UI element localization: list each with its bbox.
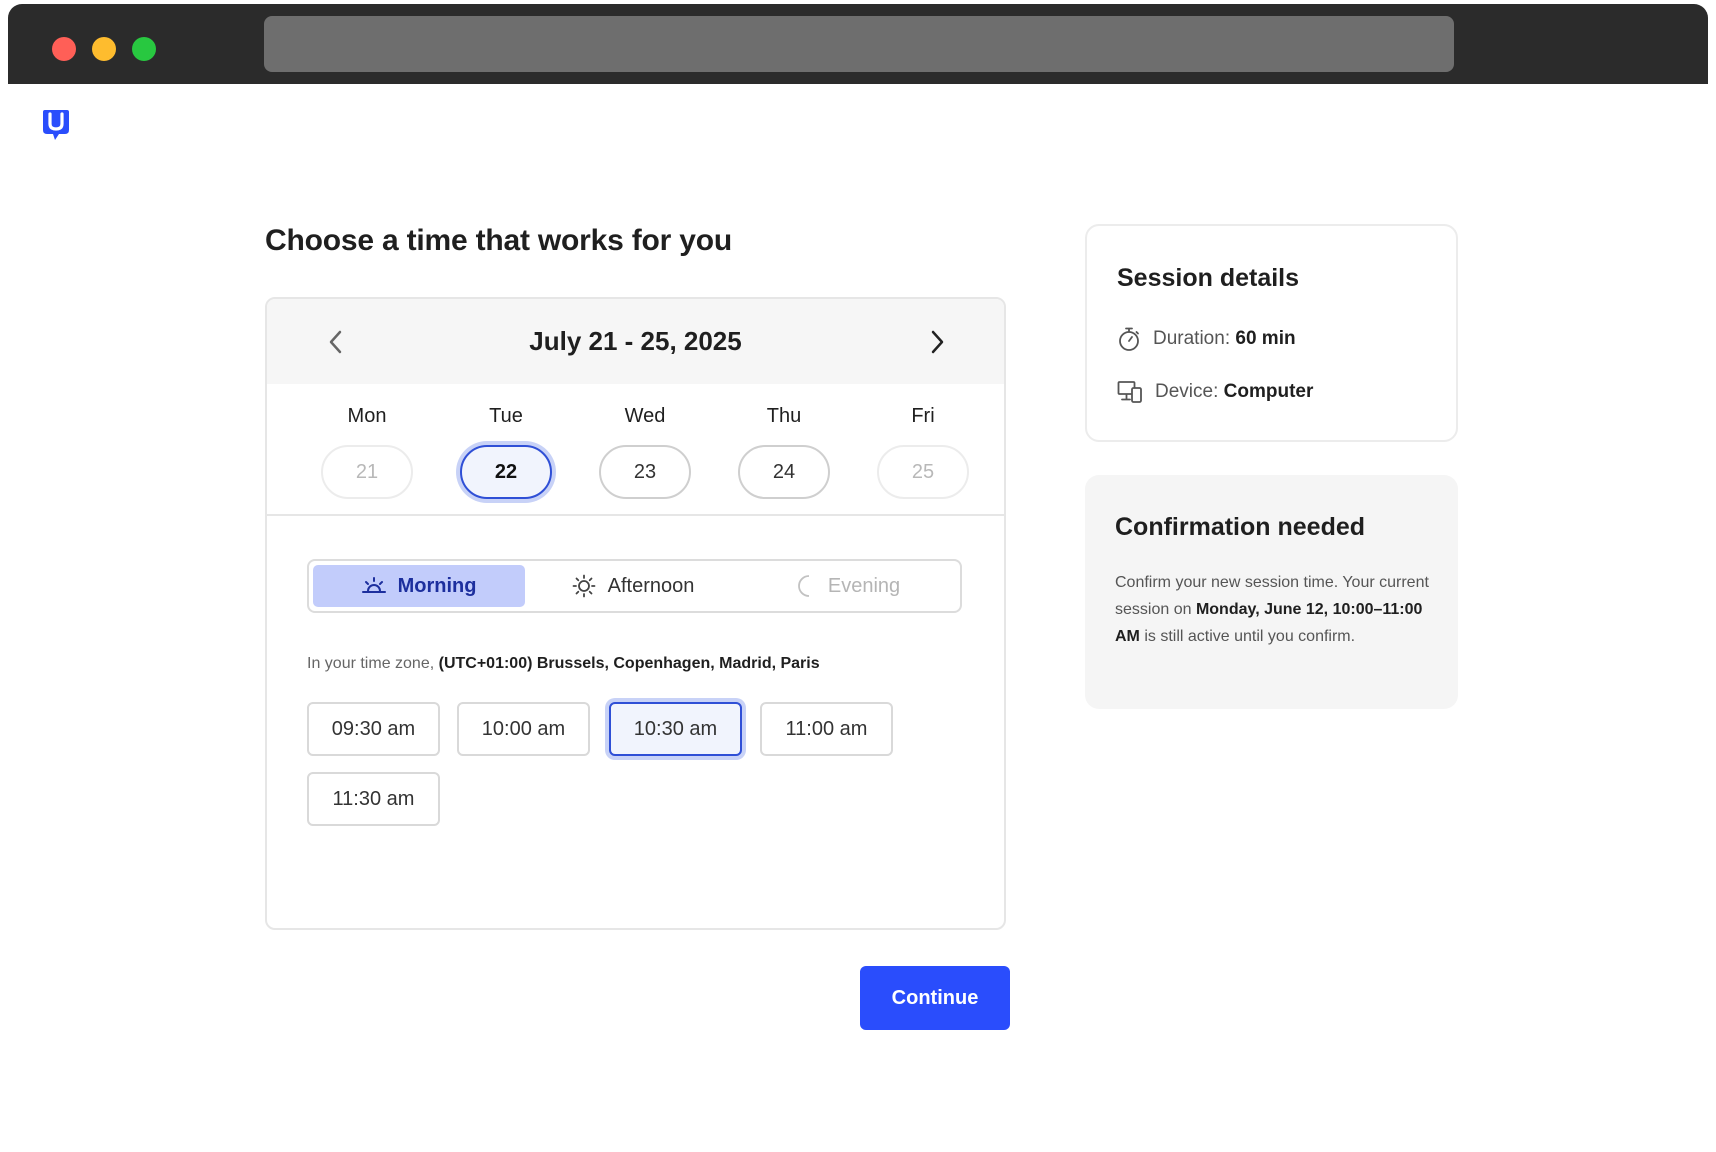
confirmation-text-end: is still active until you confirm. [1139, 628, 1356, 645]
timezone-info: In your time zone, (UTC+01:00) Brussels,… [307, 655, 820, 673]
previous-week-button[interactable] [319, 325, 353, 359]
chevron-right-icon [931, 330, 944, 354]
moon-icon [797, 575, 809, 597]
next-week-button[interactable] [920, 325, 954, 359]
device-row: Device: Computer [1117, 380, 1313, 404]
day-name: Thu [766, 405, 802, 427]
duration-row: Duration: 60 min [1117, 326, 1296, 352]
time-slot-0930[interactable]: 09:30 am [307, 702, 440, 756]
timezone-value: (UTC+01:00) Brussels, Copenhagen, Madrid… [438, 655, 820, 672]
timezone-prefix: In your time zone, [307, 655, 439, 672]
tab-evening: Evening [741, 565, 953, 607]
time-slot-1130[interactable]: 11:30 am [307, 772, 440, 826]
tab-morning-label: Morning [397, 574, 477, 597]
continue-button[interactable]: Continue [860, 966, 1010, 1030]
minimize-window-button[interactable] [92, 37, 116, 61]
maximize-window-button[interactable] [132, 37, 156, 61]
day-name: Fri [911, 405, 935, 427]
date-button-21: 21 [321, 445, 413, 499]
device-value: Computer [1223, 381, 1314, 402]
stopwatch-icon [1119, 327, 1139, 351]
scheduling-card: July 21 - 25, 2025 Mon 21 Tue 22 Wed 23 … [265, 297, 1006, 930]
session-details-card: Session details Duration: 60 min Device:… [1085, 224, 1458, 442]
day-fri: Fri 25 [875, 399, 971, 499]
date-button-24[interactable]: 24 [738, 445, 830, 499]
date-button-22[interactable]: 22 [460, 445, 552, 499]
devices-icon [1117, 381, 1142, 403]
day-mon: Mon 21 [319, 399, 415, 499]
time-slot-1000[interactable]: 10:00 am [457, 702, 590, 756]
day-tue: Tue 22 [458, 399, 554, 499]
device-label: Device: [1155, 381, 1219, 402]
sun-icon [572, 574, 596, 598]
day-name: Wed [624, 405, 666, 427]
week-range-label: July 21 - 25, 2025 [529, 326, 742, 356]
day-name: Mon [347, 405, 387, 427]
page-title: Choose a time that works for you [265, 224, 733, 257]
address-bar[interactable] [264, 16, 1454, 72]
time-slot-1100[interactable]: 11:00 am [760, 702, 893, 756]
logo-icon [42, 108, 70, 142]
tab-morning[interactable]: Morning [313, 565, 525, 607]
session-details-title: Session details [1117, 264, 1300, 292]
chevron-left-icon [329, 330, 342, 354]
week-header: July 21 - 25, 2025 [267, 299, 1004, 384]
duration-value: 60 min [1235, 328, 1296, 349]
confirmation-message: Confirm your new session time. Your curr… [1115, 569, 1435, 650]
day-thu: Thu 24 [736, 399, 832, 499]
divider [267, 514, 1004, 516]
tab-evening-label: Evening [827, 574, 901, 597]
duration-label: Duration: [1153, 328, 1231, 349]
browser-window-chrome [8, 4, 1708, 84]
date-button-23[interactable]: 23 [599, 445, 691, 499]
confirmation-title: Confirmation needed [1115, 513, 1366, 541]
time-slot-1030[interactable]: 10:30 am [609, 702, 742, 756]
day-wed: Wed 23 [597, 399, 693, 499]
date-button-25: 25 [877, 445, 969, 499]
period-selector: Morning Afternoon Evening [307, 559, 962, 613]
sunrise-icon [361, 577, 386, 593]
tab-afternoon-label: Afternoon [607, 574, 695, 597]
tab-afternoon[interactable]: Afternoon [527, 565, 739, 607]
close-window-button[interactable] [52, 37, 76, 61]
day-name: Tue [489, 405, 523, 427]
confirmation-card: Confirmation needed Confirm your new ses… [1085, 475, 1458, 709]
